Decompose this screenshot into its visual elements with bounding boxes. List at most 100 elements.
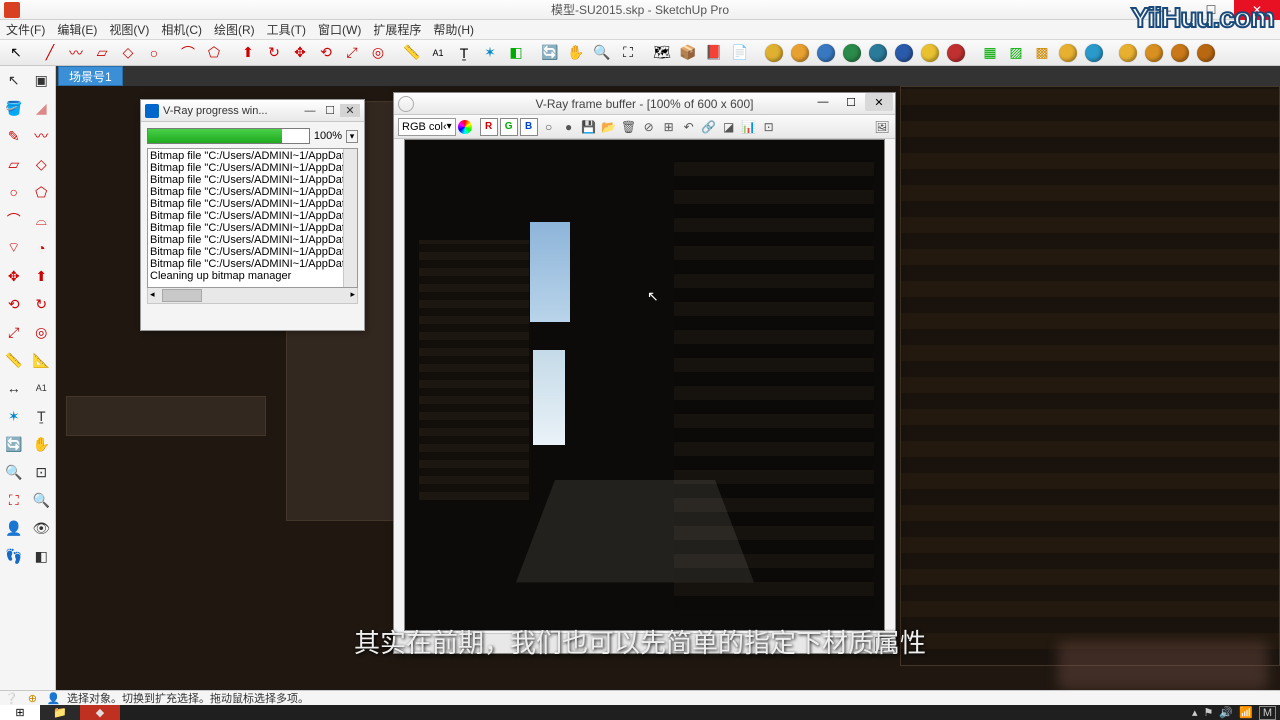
circle2-icon[interactable]: ○ [0,178,28,206]
vfb-green-button[interactable]: G [500,118,518,136]
pie-icon[interactable]: ◔ [28,234,56,262]
section2-icon[interactable]: ◧ [28,542,56,570]
vray-m[interactable] [762,42,786,64]
3dtext-icon[interactable]: Ṯ [28,402,56,430]
offset-tool[interactable]: ◎ [366,42,390,64]
zoomext2-icon[interactable]: ⛶ [0,486,28,514]
menu-edit[interactable]: 编辑(E) [57,21,97,38]
arc3-icon[interactable]: ⌓ [28,206,56,234]
geo-icon[interactable]: ⊕ [25,691,40,706]
followme-icon[interactable]: ↻ [28,290,56,318]
vfb-mono-icon[interactable]: ○ [540,118,558,136]
vfb-colorwheel-icon[interactable] [458,120,472,134]
position-icon[interactable]: 👤 [0,514,28,542]
axes2-icon[interactable]: ✶ [0,402,28,430]
menu-help[interactable]: 帮助(H) [433,21,474,38]
tray-flag-icon[interactable]: ⚑ [1204,706,1214,719]
help-icon[interactable]: ❔ [4,691,19,706]
tray-up-icon[interactable]: ▴ [1192,706,1198,719]
sphere-4[interactable] [1194,42,1218,64]
plugin-5[interactable] [1082,42,1106,64]
log-vscroll[interactable] [343,149,357,287]
select-tool[interactable]: ↖ [4,42,28,64]
vfb-red-button[interactable]: R [480,118,498,136]
selectarrow-icon[interactable]: ↖ [0,66,28,94]
menu-camera[interactable]: 相机(C) [161,21,202,38]
person-icon[interactable]: 👤 [46,691,61,706]
arc2-icon[interactable]: ⌒ [0,206,28,234]
axes-tool[interactable]: ✶ [478,42,502,64]
paint-icon[interactable]: 🪣 [0,94,28,122]
vfb-render-view[interactable]: ↖ [404,139,885,631]
menu-file[interactable]: 文件(F) [6,21,45,38]
plugin-2[interactable]: ▨ [1004,42,1028,64]
zoom2-icon[interactable]: 🔍 [0,458,28,486]
vfb-save-icon[interactable]: 💾 [580,118,598,136]
dim-tool[interactable]: A1 [426,42,450,64]
move2-icon[interactable]: ✥ [0,262,28,290]
tray-volume-icon[interactable]: 🔊 [1219,706,1233,719]
tray-m[interactable]: M [1259,706,1276,720]
zoomext-tool[interactable]: ⛶ [616,42,640,64]
zoom-tool[interactable]: 🔍 [590,42,614,64]
rotate-tool[interactable]: ⟲ [314,42,338,64]
plugin-4[interactable] [1056,42,1080,64]
rotrect2-icon[interactable]: ◇ [28,150,56,178]
vfb-max-button[interactable]: ☐ [837,93,865,111]
scale2-icon[interactable]: ⤢ [0,318,28,346]
text2-icon[interactable]: A1 [28,374,56,402]
warehouse-tool[interactable]: 📦 [676,42,700,64]
vfb-stop-icon[interactable]: ⊘ [640,118,658,136]
sphere-3[interactable] [1168,42,1192,64]
lookaround-icon[interactable]: 👁 [28,514,56,542]
eraser-icon[interactable]: ◢ [28,94,56,122]
scene-tab[interactable]: 场景号1 [58,66,123,86]
dim2-icon[interactable]: ↔ [0,374,28,402]
tape2-icon[interactable]: 📏 [0,346,28,374]
vfb-region-icon[interactable]: ⊞ [660,118,678,136]
menu-draw[interactable]: 绘图(R) [214,21,255,38]
zoomwin-icon[interactable]: ⊡ [28,458,56,486]
ext-tool[interactable]: 📕 [702,42,726,64]
vray-rt[interactable] [840,42,864,64]
tape-tool[interactable]: 📏 [400,42,424,64]
tray-net-icon[interactable]: 📶 [1239,706,1253,719]
vfb-hist-icon[interactable]: 📊 [740,118,758,136]
move-tool[interactable]: ✥ [288,42,312,64]
protractor-icon[interactable]: 📐 [28,346,56,374]
progress-max-button[interactable]: ☐ [320,104,340,117]
polygon-tool[interactable]: ⬠ [202,42,226,64]
freehand-tool[interactable]: 〰 [64,42,88,64]
offset2-icon[interactable]: ◎ [28,318,56,346]
vray-br[interactable] [866,42,890,64]
line-tool[interactable]: ╱ [38,42,62,64]
scale-tool[interactable]: ⤢ [340,42,364,64]
plugin-3[interactable]: ▩ [1030,42,1054,64]
pan-tool[interactable]: ✋ [564,42,588,64]
vray-help[interactable] [892,42,916,64]
progress-close-button[interactable]: ✕ [340,104,360,117]
sketchup-task-button[interactable]: ◆ [80,705,120,720]
geo-tool[interactable]: 🗺 [650,42,674,64]
vfb-min-button[interactable]: — [809,93,837,111]
component-icon[interactable]: ▣ [28,66,56,94]
menu-ext[interactable]: 扩展程序 [373,21,421,38]
vray-o[interactable] [788,42,812,64]
vfb-link-icon[interactable]: 🔗 [700,118,718,136]
freehand2-icon[interactable]: 〰 [28,122,56,150]
log-hscroll[interactable]: ◂ ▸ [147,288,358,304]
rect2-icon[interactable]: ▱ [0,150,28,178]
pushpull-tool[interactable]: ⬆ [236,42,260,64]
start-button[interactable]: ⊞ [0,705,40,720]
rotrect-tool[interactable]: ◇ [116,42,140,64]
section-tool[interactable]: ◧ [504,42,528,64]
vfb-alpha-icon[interactable]: ● [560,118,578,136]
vray-r[interactable] [814,42,838,64]
layout-tool[interactable]: 📄 [728,42,752,64]
vfb-load-icon[interactable]: 📂 [600,118,618,136]
progress-dropdown[interactable]: ▾ [346,130,358,143]
vfb-dup-icon[interactable]: 🖼 [873,118,891,136]
menu-tools[interactable]: 工具(T) [267,21,306,38]
sphere-1[interactable] [1116,42,1140,64]
follow-tool[interactable]: ↻ [262,42,286,64]
